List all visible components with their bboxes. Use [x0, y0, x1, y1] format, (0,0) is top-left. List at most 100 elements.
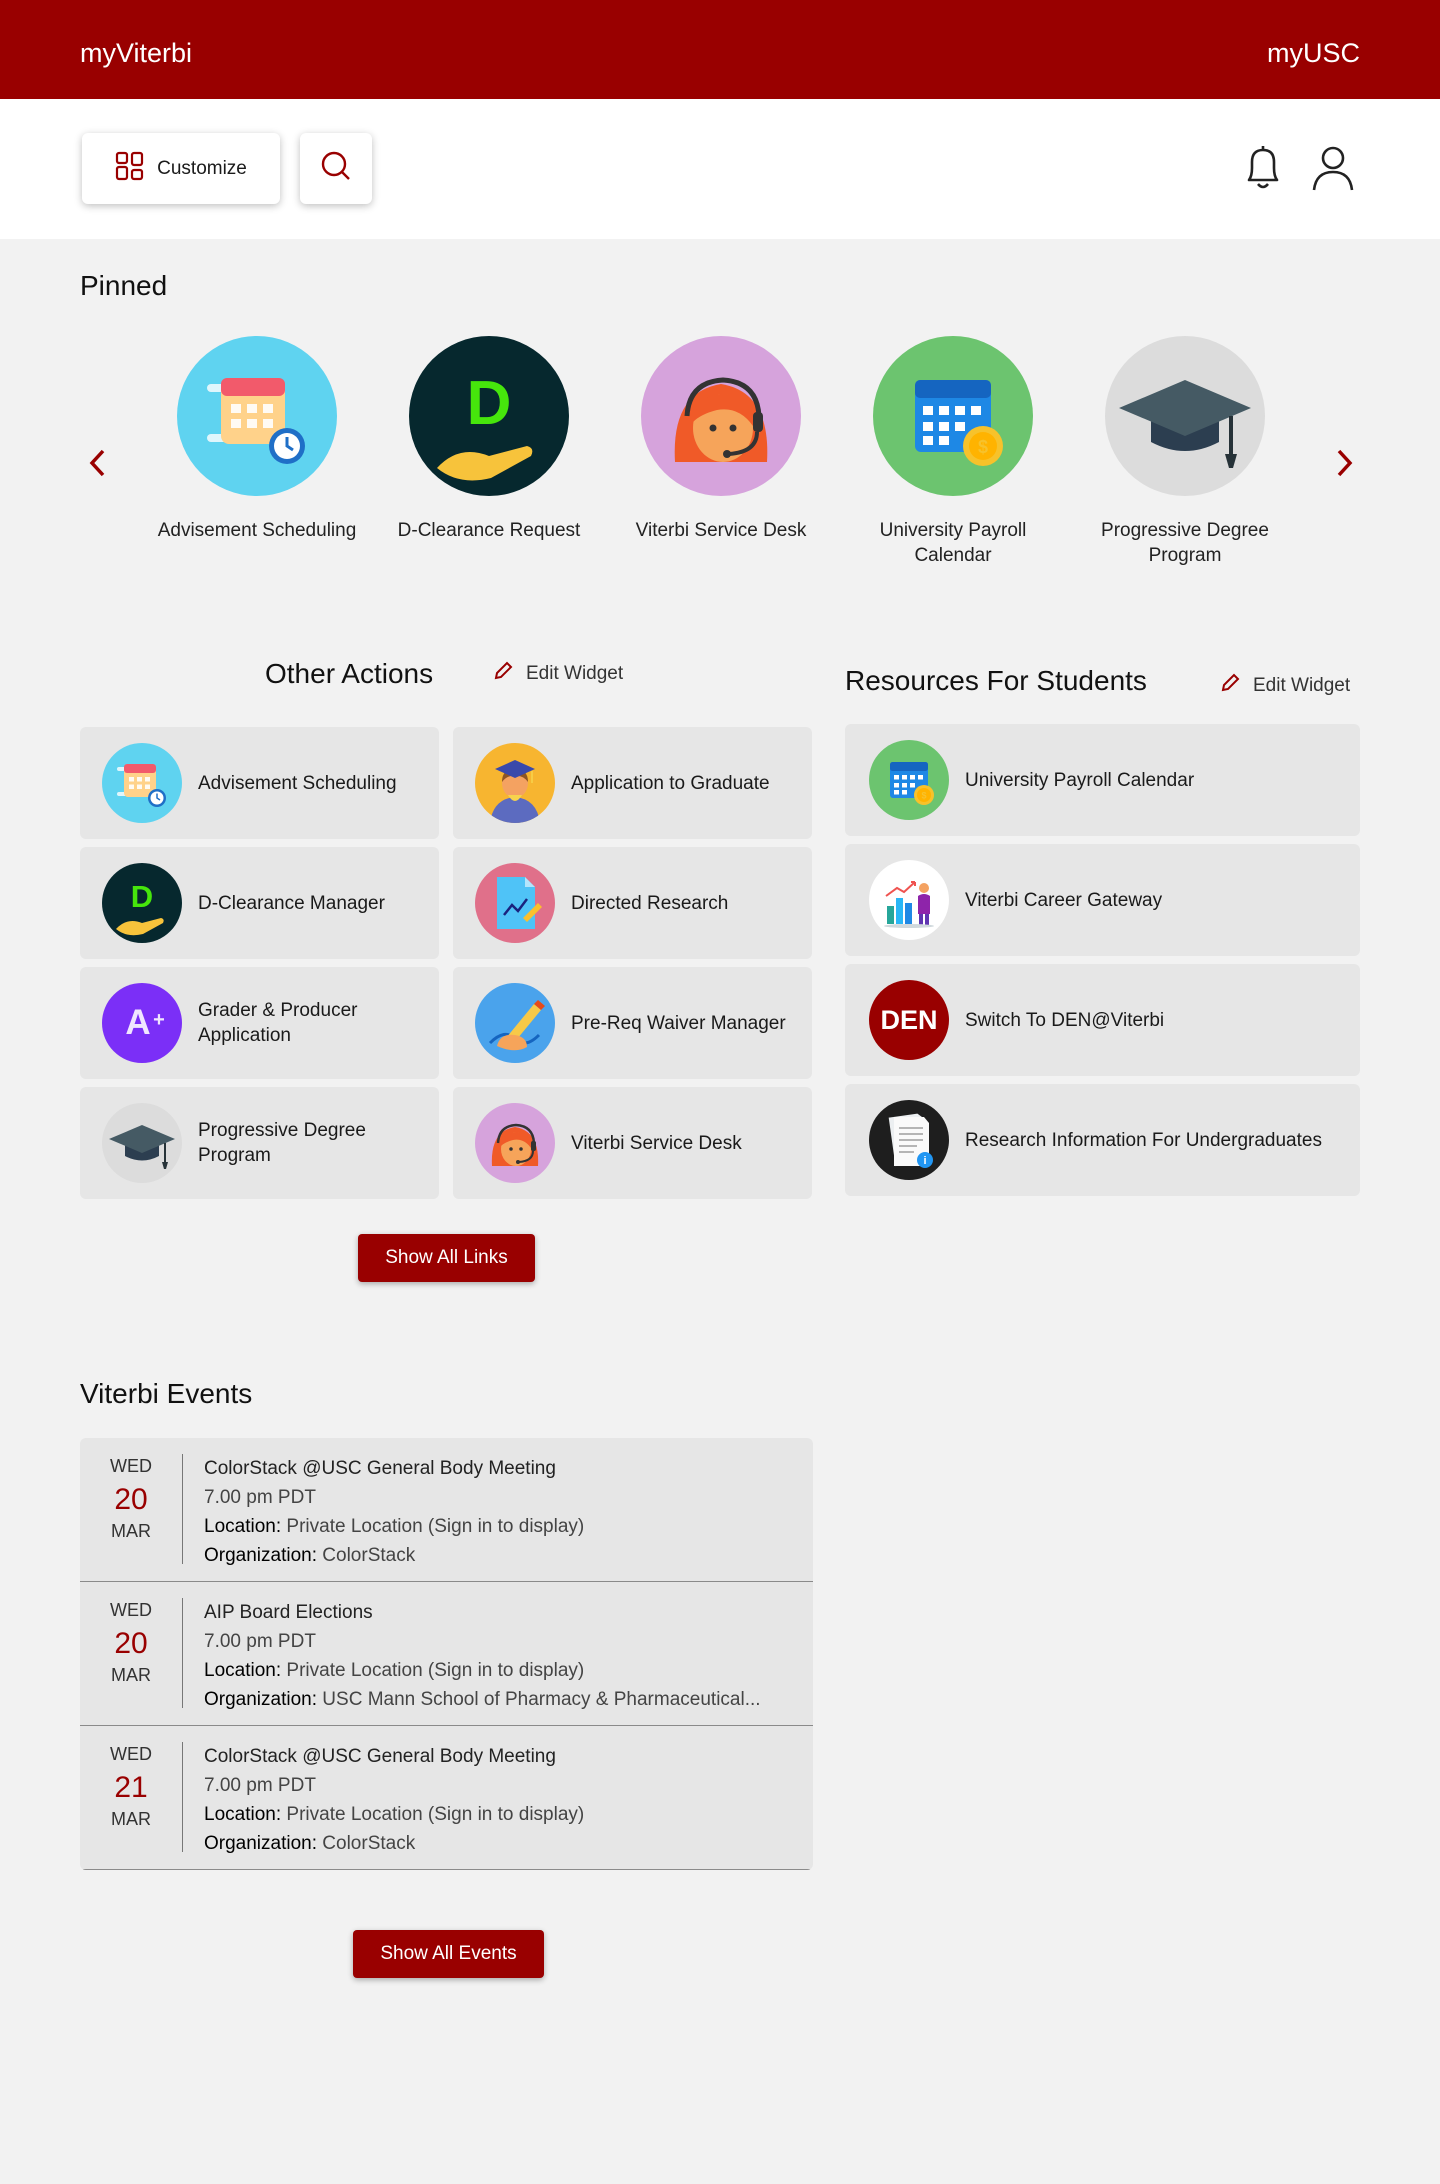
resource-tile-research-info[interactable]: Research Information For Undergraduates [845, 1084, 1360, 1196]
action-tile-grader[interactable]: Grader & Producer Application [80, 967, 439, 1079]
action-tile-d-clearance[interactable]: D-Clearance Manager [80, 847, 439, 959]
event-location-key: Location: [204, 1516, 282, 1537]
calendar-clock-icon [102, 743, 182, 823]
event-date: WED 20 MAR [80, 1456, 182, 1542]
resource-tile-label: Research Information For Undergraduates [965, 1129, 1322, 1151]
event-info: ColorStack @USC General Body Meeting 7.0… [204, 1742, 584, 1858]
action-tile-apply-graduate[interactable]: Application to Graduate [453, 727, 812, 839]
event-month: MAR [111, 1665, 151, 1685]
event-org-key: Organization: [204, 1689, 318, 1710]
pinned-item-label: Viterbi Service Desk [635, 520, 807, 541]
action-tile-prereq-waiver[interactable]: Pre-Req Waiver Manager [453, 967, 812, 1079]
info-document-icon [869, 1100, 949, 1180]
event-info: ColorStack @USC General Body Meeting 7.0… [204, 1454, 584, 1570]
resource-tile-label: Switch To DEN@Viterbi [965, 1009, 1165, 1031]
event-item[interactable]: WED 20 MAR AIP Board Elections 7.00 pm P… [80, 1582, 813, 1726]
events-list: WED 20 MAR ColorStack @USC General Body … [80, 1438, 813, 1870]
pinned-title: Pinned [80, 270, 168, 301]
event-date: WED 21 MAR [80, 1744, 182, 1830]
event-location: Private Location (Sign in to display) [286, 1804, 585, 1825]
event-divider [182, 1742, 183, 1852]
search-icon [320, 150, 352, 187]
edit-widget-label: Edit Widget [1253, 675, 1351, 696]
other-actions-title: Other Actions [265, 658, 434, 689]
event-day: 20 [114, 1483, 148, 1516]
customize-label: Customize [157, 157, 247, 179]
event-time: 7.00 pm PDT [204, 1487, 316, 1508]
event-item[interactable]: WED 21 MAR ColorStack @USC General Body … [80, 1726, 813, 1870]
headset-agent-icon [475, 1103, 555, 1183]
d-clearance-icon [409, 336, 569, 496]
resource-tile-label: University Payroll Calendar [965, 769, 1195, 791]
calendar-clock-icon [177, 336, 337, 496]
pinned-item-advisement[interactable]: Advisement Scheduling [152, 336, 362, 543]
event-item[interactable]: WED 20 MAR ColorStack @USC General Body … [80, 1438, 813, 1582]
graduation-cap-icon [1105, 336, 1265, 496]
payroll-calendar-icon [873, 336, 1033, 496]
pinned-item-label: Advisement Scheduling [157, 520, 357, 541]
pencil-icon [1219, 672, 1253, 700]
customize-button[interactable]: Customize [82, 133, 280, 204]
action-tile-label: D-Clearance Manager [198, 892, 385, 914]
event-date: WED 20 MAR [80, 1600, 182, 1686]
event-organization: USC Mann School of Pharmacy & Pharmaceut… [322, 1689, 761, 1710]
resources-edit-button[interactable]: Edit Widget [1219, 672, 1350, 700]
action-tile-label: Application to Graduate [571, 772, 770, 794]
pinned-item-label: Progressive Degree Program [1101, 520, 1269, 566]
bell-icon [1241, 144, 1285, 197]
action-tile-label: Pre-Req Waiver Manager [571, 1012, 786, 1034]
show-all-links-button[interactable]: Show All Links [358, 1234, 535, 1282]
event-month: MAR [111, 1809, 151, 1829]
chevron-left-icon [88, 448, 106, 483]
resource-tile-label: Viterbi Career Gateway [965, 889, 1163, 911]
action-tile-label: Advisement Scheduling [198, 772, 397, 794]
events-title: Viterbi Events [80, 1378, 253, 1409]
notifications-button[interactable] [1238, 145, 1288, 195]
pinned-next-button[interactable] [1330, 448, 1360, 482]
pinned-prev-button[interactable] [82, 448, 112, 482]
action-tile-label: Directed Research [571, 892, 729, 914]
resource-tile-den[interactable]: DEN Switch To DEN@Viterbi [845, 964, 1360, 1076]
search-button[interactable] [300, 133, 372, 204]
action-tile-directed-research[interactable]: Directed Research [453, 847, 812, 959]
pencil-icon [492, 660, 526, 688]
show-all-events-button[interactable]: Show All Events [353, 1930, 544, 1978]
event-divider [182, 1454, 183, 1564]
event-location: Private Location (Sign in to display) [286, 1516, 585, 1537]
action-tile-service-desk[interactable]: Viterbi Service Desk [453, 1087, 812, 1199]
event-title[interactable]: AIP Board Elections [204, 1598, 761, 1627]
resource-tile-payroll[interactable]: University Payroll Calendar [845, 724, 1360, 836]
event-location-key: Location: [204, 1660, 282, 1681]
event-location: Private Location (Sign in to display) [286, 1660, 585, 1681]
event-org-key: Organization: [204, 1833, 318, 1854]
event-divider [182, 1598, 183, 1708]
other-actions-edit-button[interactable]: Edit Widget [492, 660, 623, 688]
resource-tile-career-gateway[interactable]: Viterbi Career Gateway [845, 844, 1360, 956]
den-logo-icon: DEN [869, 980, 949, 1060]
action-tile-label: Progressive Degree Program [198, 1120, 366, 1166]
pinned-item-d-clearance[interactable]: D-Clearance Request [384, 336, 594, 543]
pinned-item-service-desk[interactable]: Viterbi Service Desk [616, 336, 826, 543]
payroll-calendar-icon [869, 740, 949, 820]
event-title[interactable]: ColorStack @USC General Body Meeting [204, 1454, 584, 1483]
headset-agent-icon [641, 336, 801, 496]
career-chart-icon [869, 860, 949, 940]
pinned-item-progressive-degree[interactable]: Progressive Degree Program [1080, 336, 1290, 568]
action-tile-label: Viterbi Service Desk [571, 1132, 742, 1154]
event-title[interactable]: ColorStack @USC General Body Meeting [204, 1742, 584, 1771]
pinned-item-label: University Payroll Calendar [879, 520, 1027, 566]
pen-sign-icon [475, 983, 555, 1063]
profile-button[interactable] [1308, 145, 1358, 195]
brand-link[interactable]: myViterbi [80, 38, 192, 69]
action-tile-progressive-degree[interactable]: Progressive Degree Program [80, 1087, 439, 1199]
pinned-item-payroll[interactable]: University Payroll Calendar [848, 336, 1058, 568]
user-icon [1311, 144, 1355, 197]
myusc-link[interactable]: myUSC [1267, 38, 1360, 69]
a-plus-icon [102, 983, 182, 1063]
event-organization: ColorStack [322, 1545, 416, 1566]
graduation-cap-icon [102, 1103, 182, 1183]
action-tile-advisement[interactable]: Advisement Scheduling [80, 727, 439, 839]
event-organization: ColorStack [322, 1833, 416, 1854]
chevron-right-icon [1336, 448, 1354, 483]
toolbar: Customize [0, 99, 1440, 239]
